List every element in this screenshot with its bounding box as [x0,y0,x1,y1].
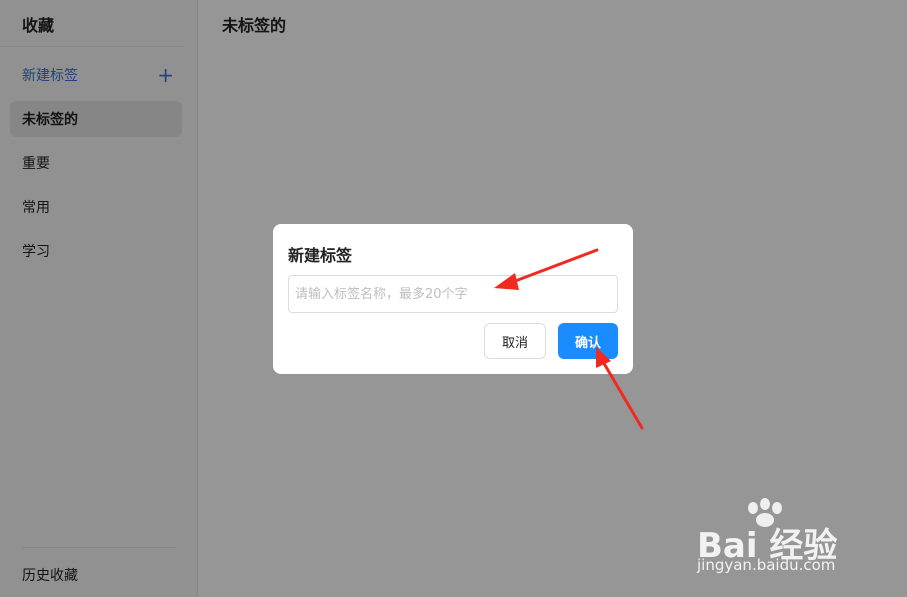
arrow-icon [494,248,599,290]
watermark-url: jingyan.baidu.com [697,556,836,574]
baidu-jingyan-watermark: Bai 经验 jingyan.baidu.com [697,498,867,578]
arrow-icon [596,347,644,430]
